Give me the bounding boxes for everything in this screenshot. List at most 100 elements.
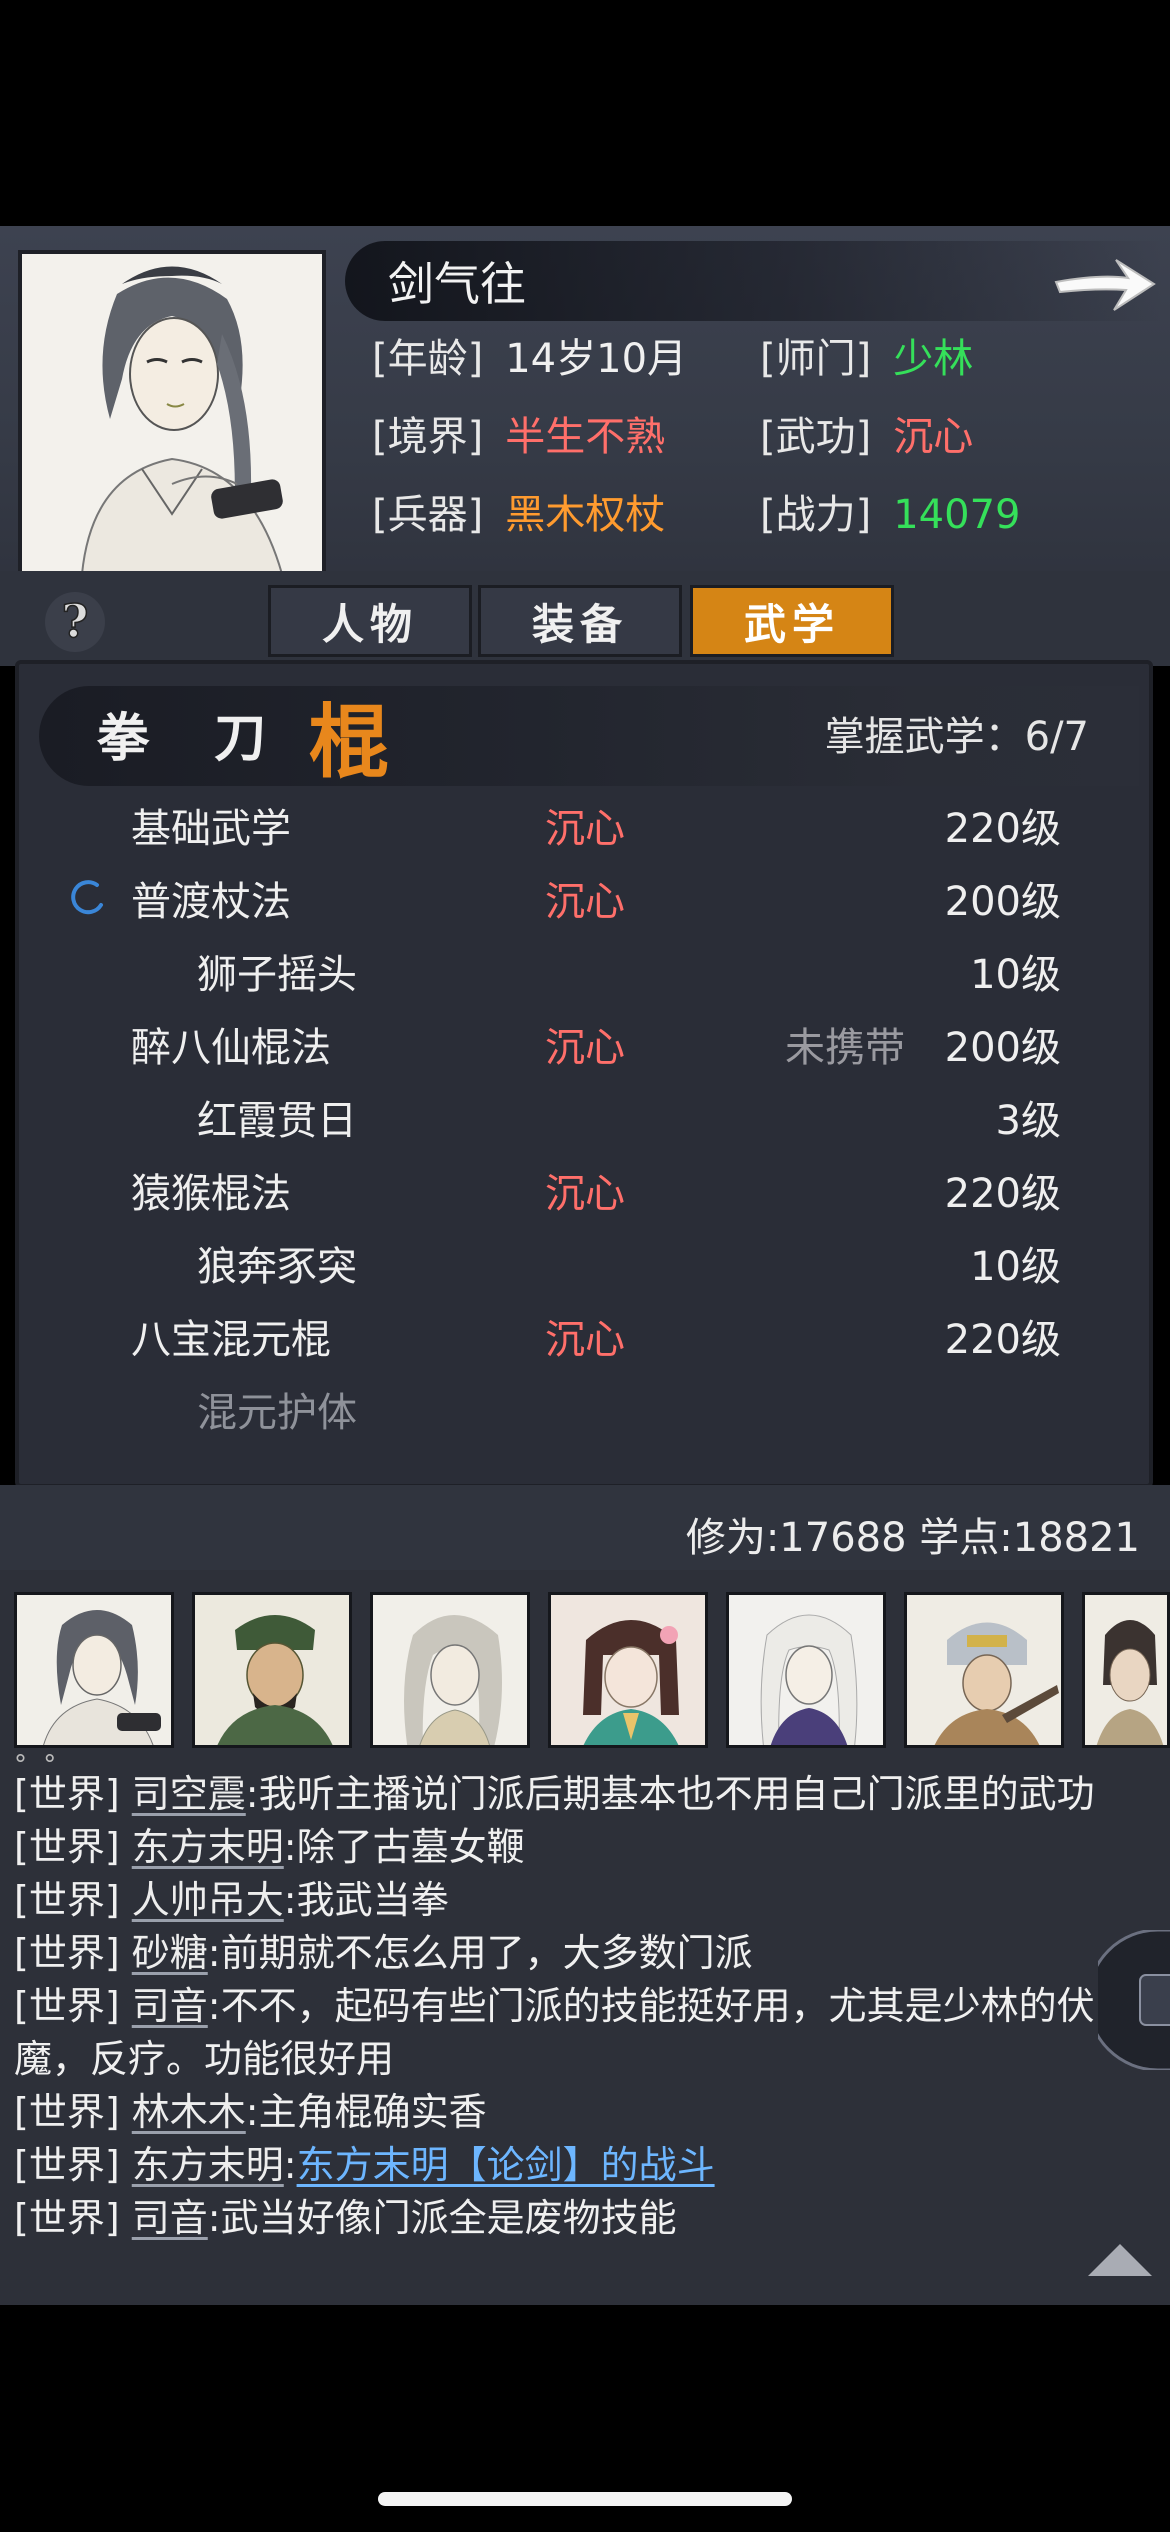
skill-row[interactable]: 混元护体	[19, 1368, 1149, 1441]
sub-skill-name: 狮子摇头	[197, 952, 357, 998]
skill-level: 220级	[944, 806, 1061, 852]
attr-realm-key: [境界]	[372, 414, 484, 460]
tab-character[interactable]: 人物	[268, 585, 472, 657]
attr-realm-value: 半生不熟	[505, 414, 666, 460]
skill-name: 基础武学	[131, 806, 291, 852]
skill-level: 10级	[970, 952, 1061, 998]
portrait-illustration	[22, 254, 322, 575]
channel-tag: [世界]	[14, 1878, 120, 1922]
sub-skill-name: 狼奔豕突	[197, 1244, 357, 1290]
avatar[interactable]	[370, 1592, 530, 1748]
tab-equipment[interactable]: 装备	[478, 585, 682, 657]
chat-text: :	[283, 2143, 297, 2187]
skill-row[interactable]: 八宝混元棍 沉心 220级	[19, 1295, 1149, 1368]
skill-school: 沉心	[545, 1317, 625, 1363]
skill-row[interactable]: 狮子摇头 10级	[19, 930, 1149, 1003]
avatar[interactable]	[904, 1592, 1064, 1748]
home-indicator[interactable]	[378, 2492, 792, 2506]
skill-school: 沉心	[545, 1025, 625, 1071]
chat-text: :武当好像门派全是废物技能	[207, 2196, 677, 2240]
skill-level: 3级	[995, 1098, 1061, 1144]
attr-sect: [师门] 少林	[760, 326, 973, 384]
attr-sect-key: [师门]	[760, 336, 872, 382]
chat-message: [世界] 东方末明:除了古墓女鞭	[14, 1821, 1164, 1874]
sub-skill-name: 混元护体	[197, 1390, 357, 1436]
chat-text: :前期就不怎么用了，大多数门派	[207, 1931, 753, 1975]
sub-skill-name: 红霞贯日	[197, 1098, 357, 1144]
chat-username[interactable]: 人帅吊大	[132, 1878, 284, 1922]
skill-school: 沉心	[545, 806, 625, 852]
tab-martial-arts[interactable]: 武学	[690, 585, 894, 657]
channel-tag: [世界]	[14, 2196, 120, 2240]
channel-tag: [世界]	[14, 1825, 120, 1869]
chat-username[interactable]: 东方末明	[132, 2143, 284, 2187]
tab-bar: ? 人物 装备 武学	[0, 571, 1170, 666]
chat-message: [世界] 东方末明:东方末明【论剑】的战斗	[14, 2139, 1164, 2192]
character-portrait[interactable]	[18, 250, 326, 578]
chat-message: [世界] 司音:武当好像门派全是废物技能	[14, 2192, 1164, 2245]
chat-username[interactable]: 司音	[132, 1984, 208, 2028]
category-fist[interactable]: 拳	[97, 696, 149, 771]
attr-kungfu-key: [武功]	[760, 414, 872, 460]
collapse-triangle-icon[interactable]	[1084, 2240, 1156, 2280]
skill-level: 200级	[944, 1025, 1061, 1071]
skill-row[interactable]: 普渡杖法 沉心 200级	[19, 857, 1149, 930]
chat-message: [世界] 人帅吊大:我武当拳	[14, 1874, 1164, 1927]
avatar[interactable]	[192, 1592, 352, 1748]
channel-tag: [世界]	[14, 2090, 120, 2134]
attr-weapon-key: [兵器]	[372, 492, 484, 538]
skill-name: 八宝混元棍	[131, 1317, 331, 1363]
channel-tag: [世界]	[14, 2143, 120, 2187]
skill-level: 200级	[944, 879, 1061, 925]
attr-weapon-value: 黑木权杖	[505, 492, 666, 538]
attr-power: [战力] 14079	[760, 482, 1020, 540]
skill-level: 220级	[944, 1317, 1061, 1363]
skill-row[interactable]: 醉八仙棍法 沉心 未携带 200级	[19, 1003, 1149, 1076]
attr-age-value: 14岁10月	[505, 336, 688, 382]
chat-username[interactable]: 东方末明	[132, 1825, 284, 1869]
mastery-count: 掌握武学：6/7	[824, 714, 1089, 760]
chat-username[interactable]: 林木木	[132, 2090, 246, 2134]
chat-username[interactable]: 砂糖	[132, 1931, 208, 1975]
avatar[interactable]	[1082, 1592, 1170, 1748]
chat-message: [世界] 司空震:我听主播说门派后期基本也不用自己门派里的武功	[14, 1768, 1164, 1821]
attr-age-key: [年龄]	[372, 336, 484, 382]
chat-username[interactable]: 司音	[132, 2196, 208, 2240]
chat-username[interactable]: 司空震	[132, 1772, 246, 1816]
channel-tag: [世界]	[14, 1931, 120, 1975]
stats-bar: 修为:17688 学点:18821	[0, 1485, 1170, 1570]
attr-kungfu: [武功] 沉心	[760, 404, 973, 462]
skill-school: 沉心	[545, 1171, 625, 1217]
chat-message: [世界] 砂糖:前期就不怎么用了，大多数门派	[14, 1927, 1164, 1980]
skill-row[interactable]: 猿猴棍法 沉心 220级	[19, 1149, 1149, 1222]
side-menu-button[interactable]	[1086, 1928, 1170, 2072]
category-staff[interactable]: 棍	[309, 678, 389, 794]
skill-row[interactable]: 红霞贯日 3级	[19, 1076, 1149, 1149]
svg-text:?: ?	[62, 594, 89, 648]
skill-carry-status: 未携带	[785, 1025, 905, 1071]
character-header: 剑气往 [年龄] 14岁10月 [师门] 少林 [境界] 半生不熟 [武功] 沉心 [兵…	[0, 226, 1170, 578]
chat-messages: [世界] 司空震:我听主播说门派后期基本也不用自己门派里的武功 [世界] 东方末…	[14, 1768, 1164, 2245]
avatar[interactable]	[726, 1592, 886, 1748]
attr-power-value: 14079	[893, 492, 1021, 538]
category-blade[interactable]: 刀	[214, 696, 266, 771]
attr-kungfu-value: 沉心	[893, 414, 974, 460]
skills-panel: 拳 刀 棍 掌握武学：6/7 基础武学 沉心 220级 普渡杖法 沉心 200级…	[15, 660, 1153, 1488]
attr-weapon: [兵器] 黑木权杖	[372, 482, 665, 540]
skill-level: 10级	[970, 1244, 1061, 1290]
avatar[interactable]	[14, 1592, 174, 1748]
skill-row[interactable]: 基础武学 沉心 220级	[19, 784, 1149, 857]
battle-link[interactable]: 东方末明【论剑】的战斗	[297, 2143, 715, 2187]
next-arrow-icon[interactable]	[1050, 252, 1160, 316]
avatar-strip[interactable]	[14, 1592, 1170, 1752]
skill-level: 220级	[944, 1171, 1061, 1217]
cultivation-points: 修为:17688 学点:18821	[685, 1515, 1140, 1561]
skill-name: 普渡杖法	[131, 879, 291, 925]
attr-realm: [境界] 半生不熟	[372, 404, 665, 462]
channel-tag: [世界]	[14, 1984, 120, 2028]
skill-row[interactable]: 狼奔豕突 10级	[19, 1222, 1149, 1295]
loading-spinner-icon	[71, 880, 103, 915]
attr-sect-value: 少林	[893, 336, 974, 382]
avatar[interactable]	[548, 1592, 708, 1748]
help-icon[interactable]: ?	[42, 589, 108, 655]
